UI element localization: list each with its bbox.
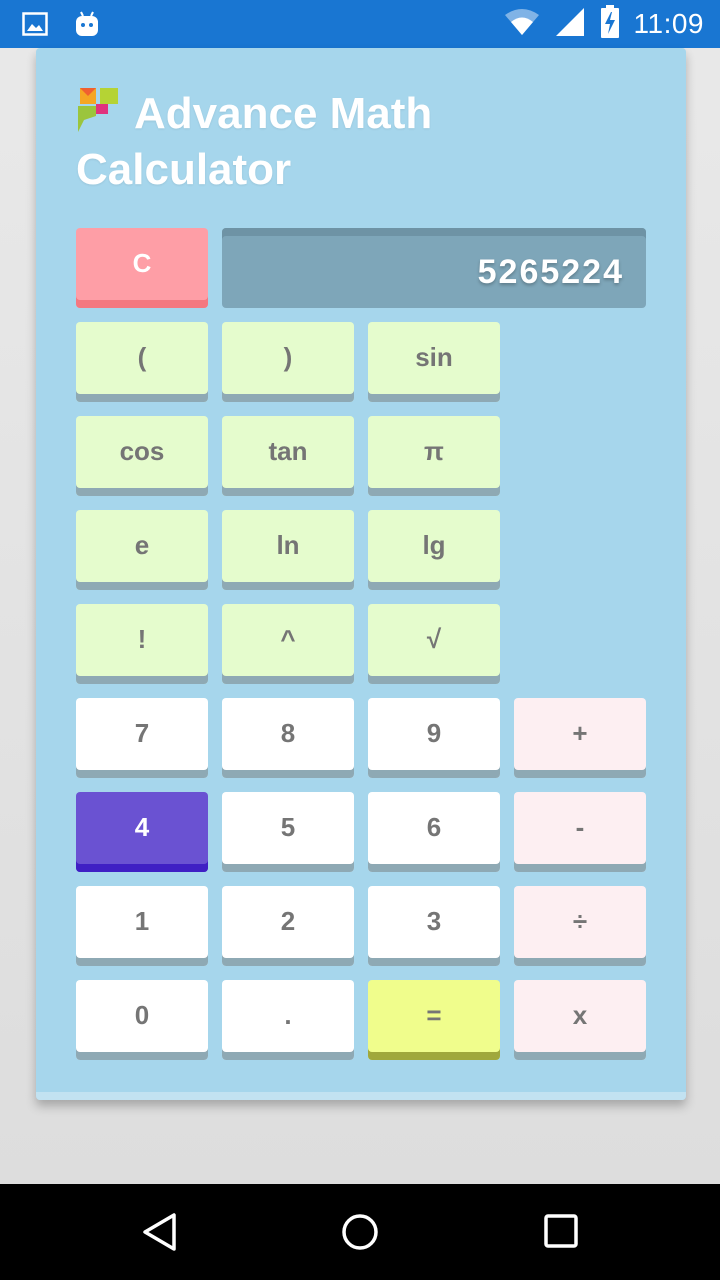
digit-5-label: 5 [280,811,296,842]
plus-button[interactable]: + [514,698,646,778]
card-bottom-edge [36,1092,686,1100]
clear-button[interactable]: C [76,228,208,308]
digit-8-button[interactable]: 8 [222,698,354,778]
result-display: 5265224 [222,228,646,308]
digit-8-label: 8 [280,717,296,748]
right-paren-label: ) [283,341,293,372]
equals-button[interactable]: = [368,980,500,1060]
clock-time: 11:09 [633,8,704,39]
digit-4-label: 4 [134,811,150,842]
lg-label: lg [422,529,446,560]
multiply-label: x [572,999,588,1030]
left-paren-label: ( [137,341,147,372]
ln-button[interactable]: ln [222,510,354,590]
digit-7-button[interactable]: 7 [76,698,208,778]
digit-3-button[interactable]: 3 [368,886,500,966]
pi-label: π [424,435,444,466]
cos-button[interactable]: cos [76,416,208,496]
back-icon[interactable] [140,1212,180,1252]
divide-label: ÷ [572,905,588,936]
factorial-button[interactable]: ! [76,604,208,684]
recents-icon[interactable] [542,1212,582,1252]
calculator-card: Advance Math Calculator C 5265224 ( ) si… [36,48,686,1100]
factorial-label: ! [137,623,147,654]
sin-label: sin [415,341,453,372]
lg-button[interactable]: lg [368,510,500,590]
sqrt-label: √ [426,623,442,654]
digit-7-label: 7 [134,717,150,748]
digit-5-button[interactable]: 5 [222,792,354,872]
digit-6-button[interactable]: 6 [368,792,500,872]
power-label: ^ [280,623,296,654]
pi-button[interactable]: π [368,416,500,496]
divide-button[interactable]: ÷ [514,886,646,966]
decimal-point-label: . [284,999,292,1030]
wifi-icon [504,7,540,42]
tan-button[interactable]: tan [222,416,354,496]
ln-label: ln [276,529,300,560]
status-bar: 11:09 [0,0,720,48]
clear-button-label: C [132,247,152,278]
digit-3-label: 3 [426,905,442,936]
digit-9-button[interactable]: 9 [368,698,500,778]
digit-0-button[interactable]: 0 [76,980,208,1060]
battery-charging-icon [600,4,620,44]
left-paren-button[interactable]: ( [76,322,208,402]
minus-button[interactable]: - [514,792,646,872]
e-label: e [134,529,150,560]
sqrt-button[interactable]: √ [368,604,500,684]
digit-2-label: 2 [280,905,296,936]
equals-label: = [426,999,442,1030]
home-icon[interactable] [340,1212,380,1252]
signal-icon [554,6,586,43]
tan-label: tan [268,435,308,466]
navigation-bar [0,1184,720,1280]
cos-label: cos [119,435,165,466]
decimal-point-button[interactable]: . [222,980,354,1060]
power-button[interactable]: ^ [222,604,354,684]
app-logo-icon [78,88,118,132]
minus-label: - [575,811,585,842]
android-icon [74,10,100,43]
digit-6-label: 6 [426,811,442,842]
display-value: 5265224 [477,252,624,291]
right-paren-button[interactable]: ) [222,322,354,402]
digit-4-button[interactable]: 4 [76,792,208,872]
e-button[interactable]: e [76,510,208,590]
image-icon [22,12,48,41]
plus-label: + [572,717,588,748]
app-title: Advance Math Calculator [76,86,596,198]
digit-1-button[interactable]: 1 [76,886,208,966]
app-title-text: Advance Math Calculator [76,89,433,194]
digit-1-label: 1 [134,905,150,936]
digit-2-button[interactable]: 2 [222,886,354,966]
sin-button[interactable]: sin [368,322,500,402]
digit-0-label: 0 [134,999,150,1030]
digit-9-label: 9 [426,717,442,748]
multiply-button[interactable]: x [514,980,646,1060]
